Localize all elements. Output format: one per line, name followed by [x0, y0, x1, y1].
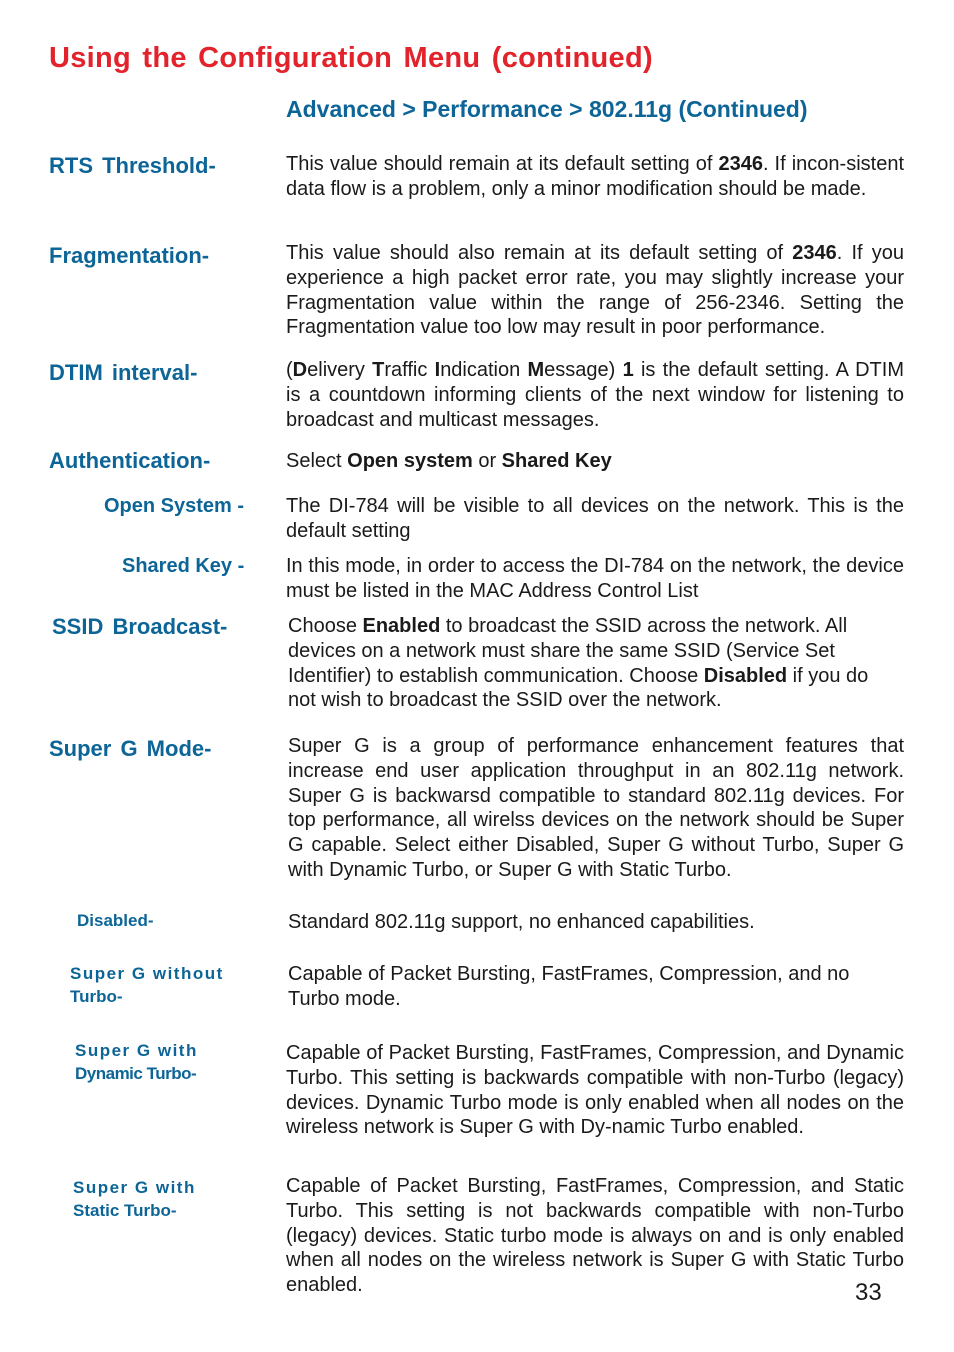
super-g-static-turbo-label: Super G with Static Turbo-: [73, 1176, 196, 1222]
text-run: Capable of Packet Bursting, FastFrames, …: [286, 1175, 904, 1297]
bold-text: M: [527, 359, 545, 381]
page-number: 33: [855, 1279, 882, 1306]
super-g-mode-description: Super G is a group of performance enhanc…: [288, 734, 904, 883]
text-run: Capable of Packet Bursting, FastFrames, …: [286, 1042, 904, 1139]
bold-text: Shared Key: [501, 450, 612, 472]
bold-text: 2346: [792, 242, 837, 264]
text-run: Choose: [288, 615, 363, 637]
fragmentation-description: This value should also remain at its def…: [286, 241, 904, 340]
label-line: Dynamic Turbo-: [75, 1064, 197, 1083]
text-run: Super G is a group of performance enhanc…: [288, 735, 904, 881]
authentication-label: Authentication-: [49, 448, 211, 473]
open-system-description: The DI-784 will be visible to all device…: [286, 494, 904, 544]
text-run: The DI-784 will be visible to all device…: [286, 495, 904, 542]
super-g-mode-label: Super G Mode-: [49, 736, 212, 761]
text-run: This value should also remain at its def…: [286, 242, 793, 264]
authentication-description: Select Open system or Shared Key: [286, 449, 904, 474]
bold-text: T: [372, 359, 385, 381]
text-run: (: [286, 359, 293, 381]
bold-text: Open system: [347, 450, 473, 472]
super-g-static-turbo-description: Capable of Packet Bursting, FastFrames, …: [286, 1174, 904, 1298]
bold-text: 1: [622, 359, 634, 381]
text-run: Capable of Packet Bursting, FastFrames, …: [288, 963, 850, 1010]
breadcrumb: Advanced > Performance > 802.11g (Contin…: [286, 96, 808, 122]
shared-key-label: Shared Key -: [122, 555, 245, 577]
bold-text: Disabled: [703, 664, 788, 687]
disabled-description: Standard 802.11g support, no enhanced ca…: [288, 910, 906, 935]
text-run: essage): [544, 359, 623, 381]
text-run: or: [472, 450, 502, 472]
text-run: This value should remain at its default …: [286, 153, 719, 175]
rts-threshold-description: This value should remain at its default …: [286, 152, 904, 202]
open-system-label: Open System -: [104, 495, 245, 517]
label-line: Turbo-: [70, 987, 123, 1006]
fragmentation-label: Fragmentation-: [49, 243, 210, 268]
super-g-dynamic-turbo-label: Super G with Dynamic Turbo-: [75, 1039, 198, 1085]
label-line: Static Turbo-: [73, 1201, 177, 1220]
shared-key-description: In this mode, in order to access the DI-…: [286, 554, 904, 604]
page-title: Using the Configuration Menu (continued): [49, 42, 653, 74]
dtim-interval-label: DTIM interval-: [49, 360, 198, 385]
label-line: Super G with: [75, 1041, 198, 1060]
text-run: raffic: [384, 359, 435, 381]
label-line: Super G with: [73, 1178, 196, 1197]
dtim-interval-description: (Delivery Traffic Indication Message) 1 …: [286, 358, 904, 432]
text-run: In this mode, in order to access the DI-…: [286, 555, 904, 602]
super-g-without-turbo-label: Super G without Turbo-: [70, 962, 224, 1008]
ssid-broadcast-label: SSID Broadcast-: [52, 614, 228, 639]
text-run: Standard 802.11g support, no enhanced ca…: [288, 911, 755, 933]
disabled-label: Disabled-: [77, 911, 154, 930]
label-line: Super G without: [70, 964, 224, 983]
bold-text: 2346: [718, 153, 763, 175]
bold-text: D: [292, 359, 308, 381]
text-run: ndication: [440, 359, 528, 381]
super-g-dynamic-turbo-description: Capable of Packet Bursting, FastFrames, …: [286, 1041, 904, 1140]
ssid-broadcast-description: Choose Enabled to broadcast the SSID acr…: [288, 614, 892, 713]
text-run: elivery: [307, 359, 373, 381]
text-run: Select: [286, 450, 348, 472]
rts-threshold-label: RTS Threshold-: [49, 153, 216, 178]
bold-text: Enabled: [362, 615, 441, 637]
super-g-without-turbo-description: Capable of Packet Bursting, FastFrames, …: [288, 962, 904, 1012]
